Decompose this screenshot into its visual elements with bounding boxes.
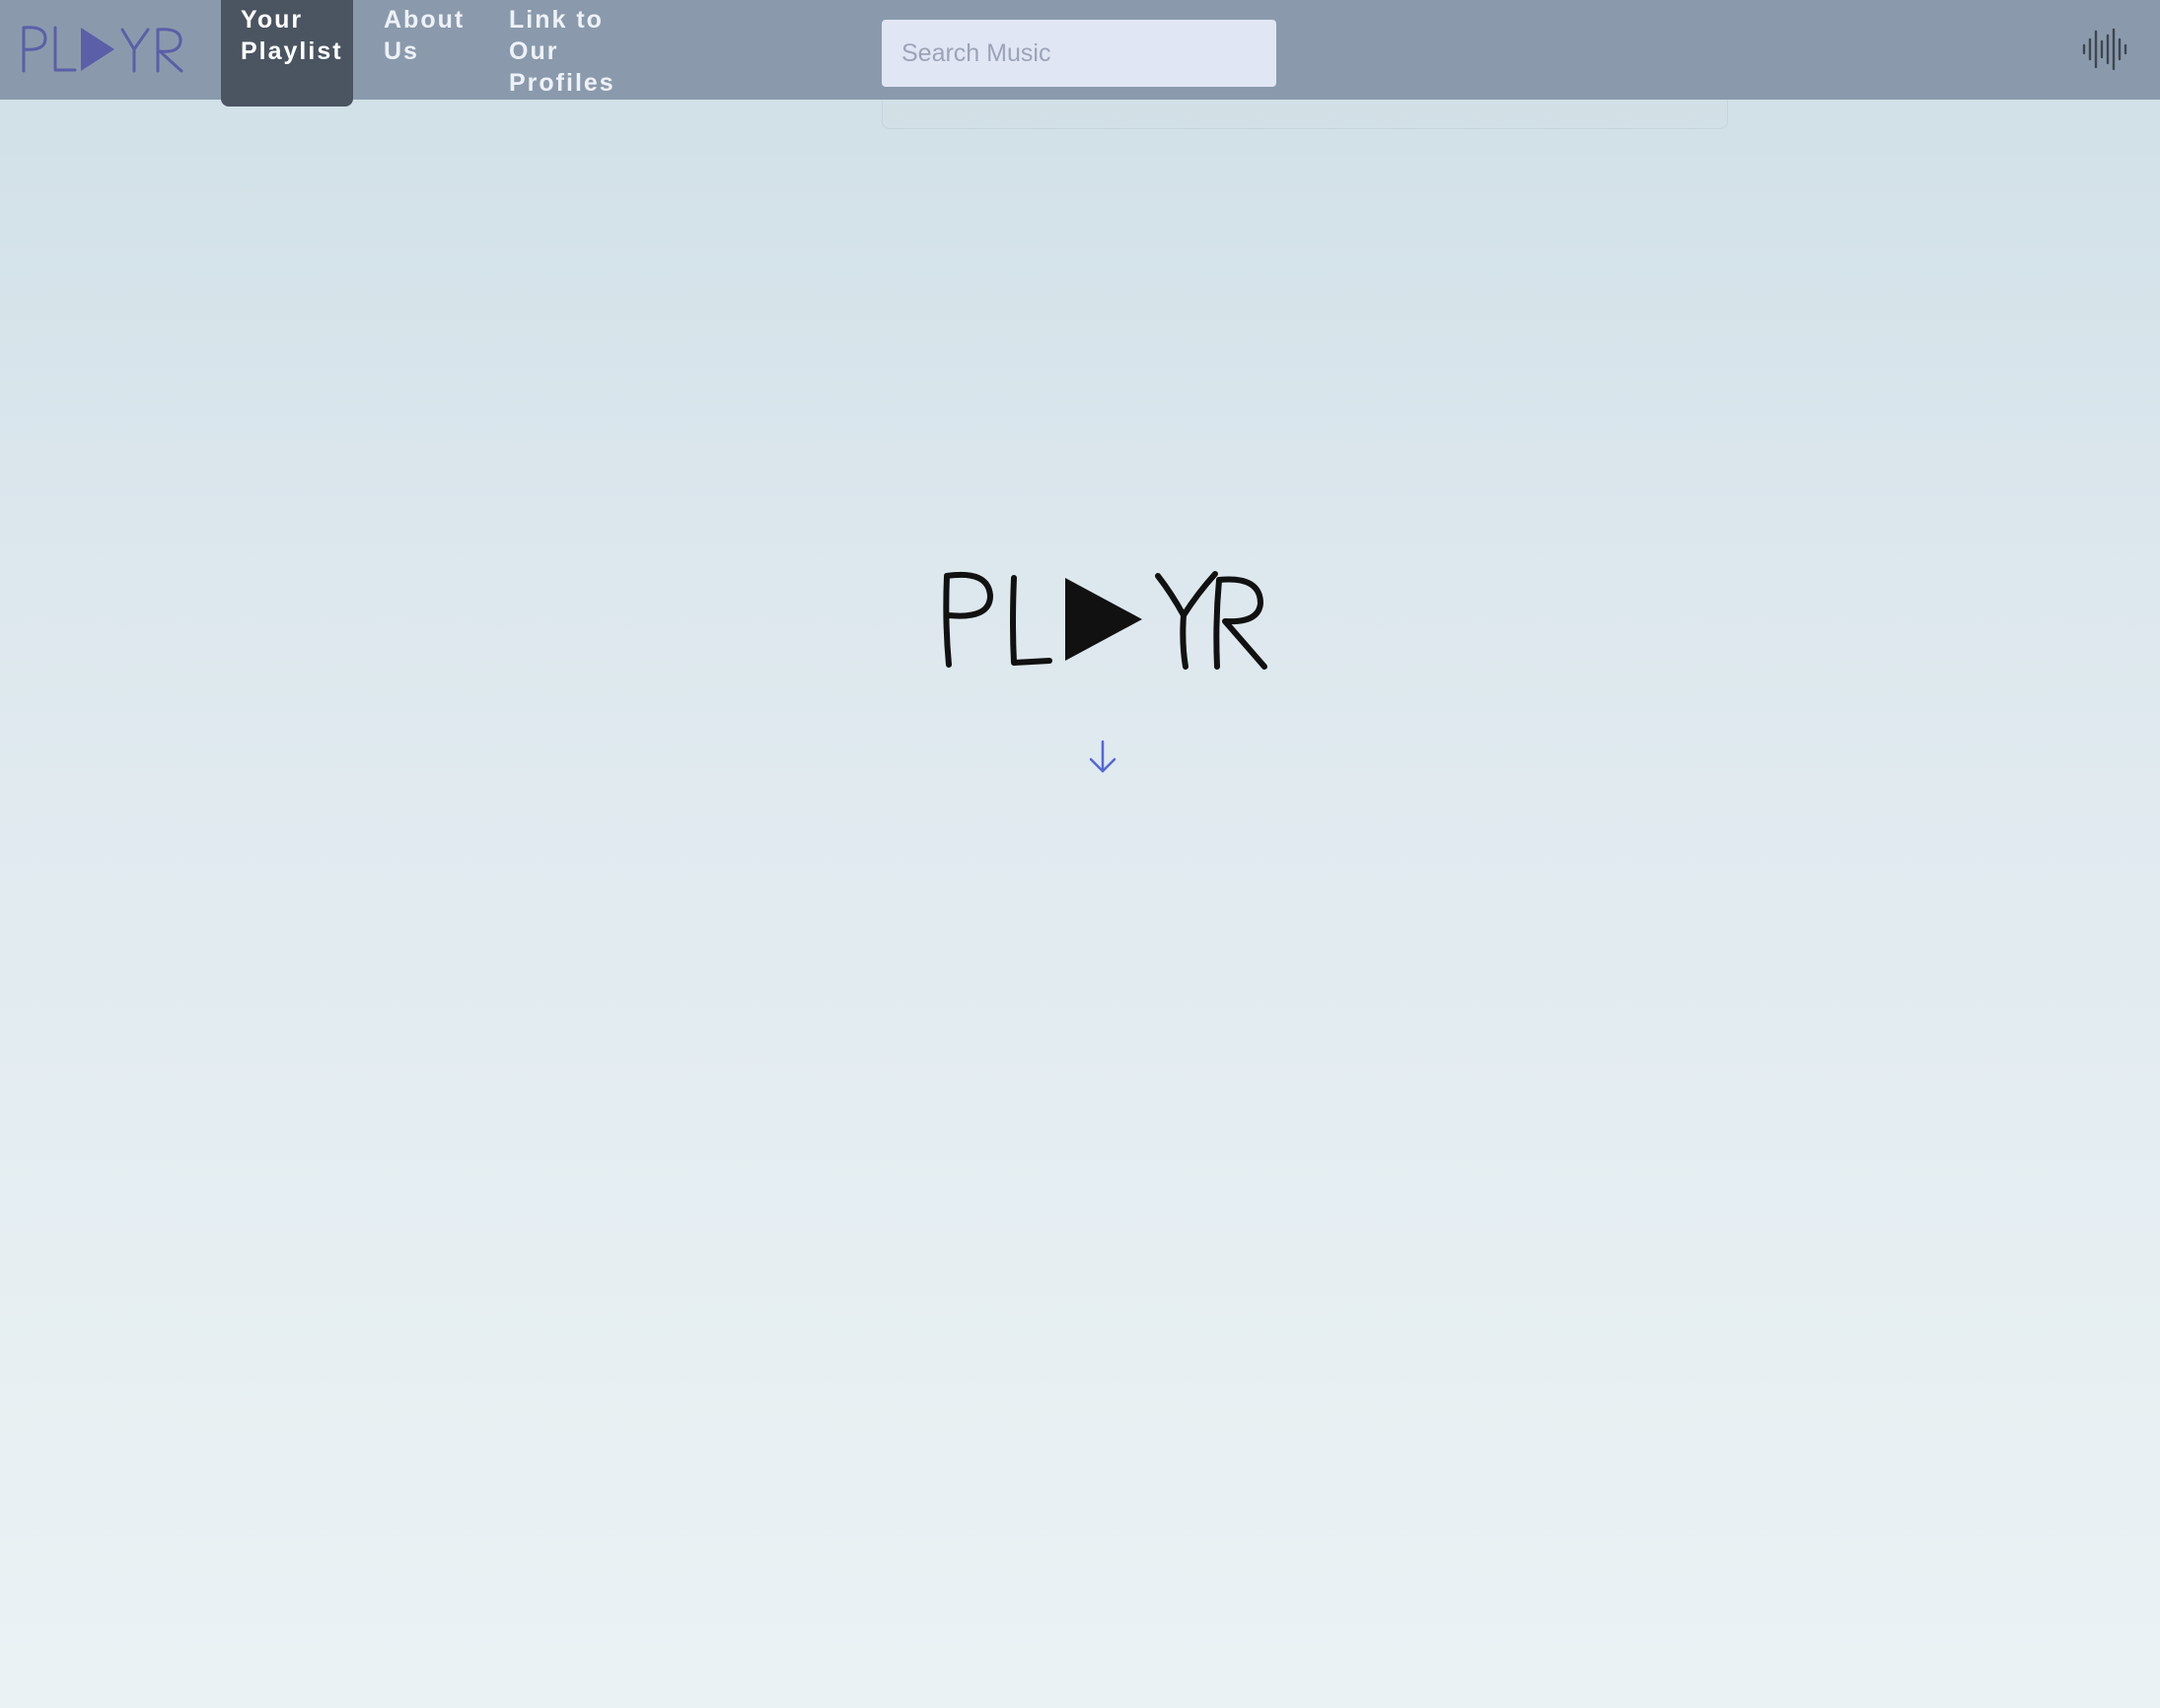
nav-link-about-us[interactable]: About Us: [384, 0, 482, 67]
sound-wave-icon[interactable]: [2081, 26, 2128, 73]
playr-hero-logo: [943, 571, 1267, 670]
search-input[interactable]: [882, 20, 1276, 87]
arrow-down-icon[interactable]: [1088, 738, 1117, 777]
search-results-dropdown: [882, 100, 1728, 129]
nav-link-profiles[interactable]: Link to Our Profiles: [509, 0, 627, 99]
playr-logo[interactable]: [20, 22, 185, 77]
navbar: Your Playlist About Us Link to Our Profi…: [0, 0, 2160, 107]
nav-link-your-playlist[interactable]: Your Playlist: [221, 0, 353, 107]
